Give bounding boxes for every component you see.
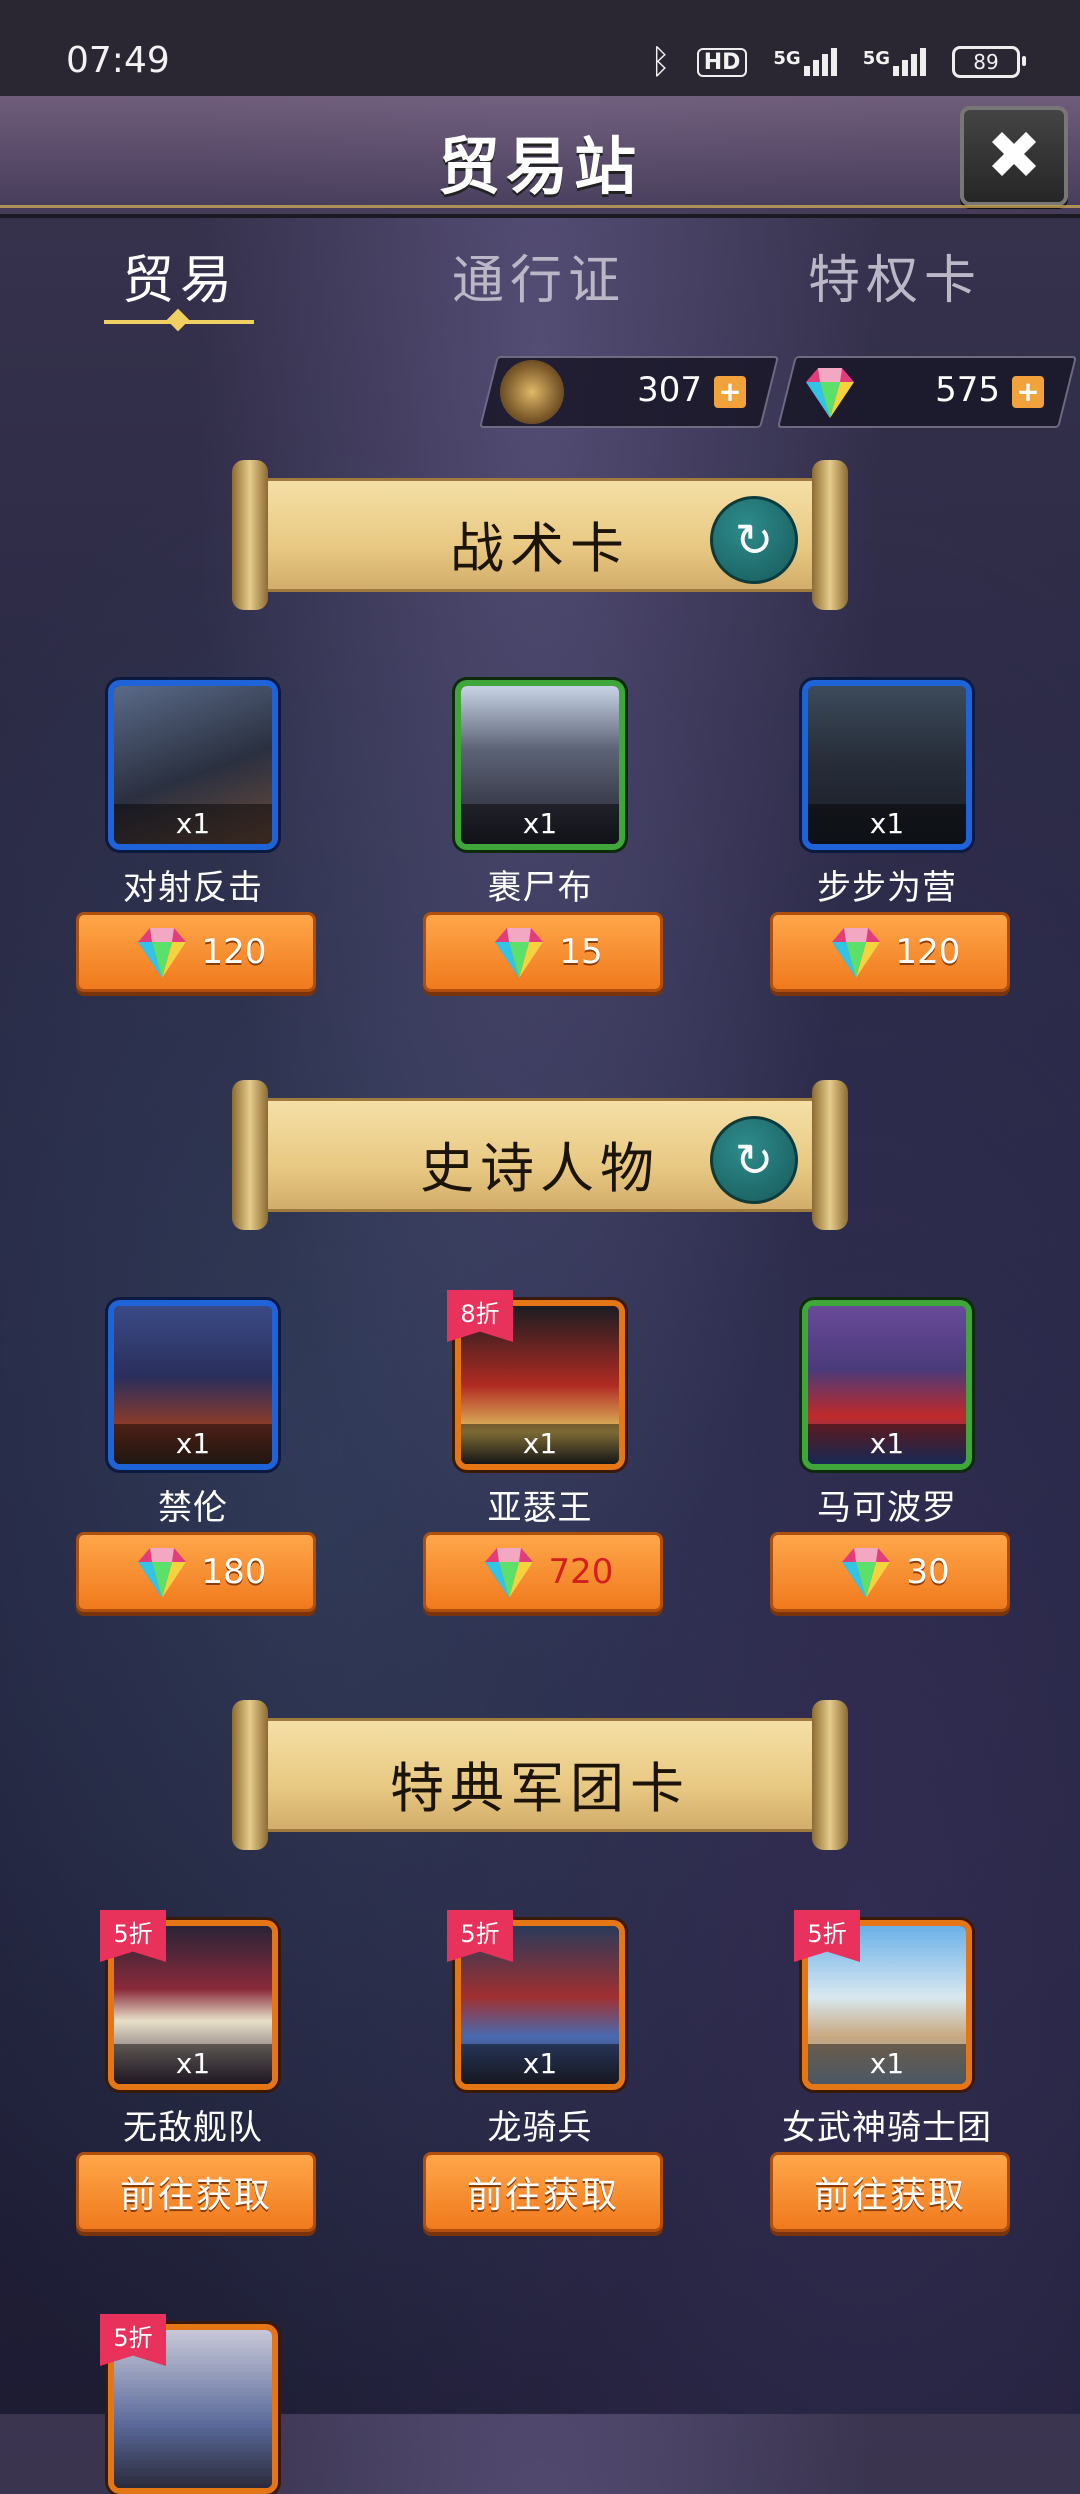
item-frame: x1 [108,680,278,850]
item-qty: x1 [114,1424,272,1464]
button-label: 前往获取 [813,2175,966,2216]
gem-icon [484,1548,533,1598]
tab-pass[interactable]: 通行证 [452,238,626,313]
section-banner-tactics: 战术卡 ↻ [232,460,848,610]
item-qty: x1 [114,2044,272,2084]
currency-value: 307 [637,370,702,410]
currency-value: 575 [935,370,1000,410]
item-frame: x1 [802,680,972,850]
item-price: 120 [201,932,267,972]
tab-trade[interactable]: 贸易 [122,238,238,313]
gem-icon [495,928,544,978]
currency-medal: 307 + [479,356,779,428]
item-name: 无敌舰队 [123,2108,263,2148]
item-qty: x1 [808,804,966,844]
buy-button[interactable]: 720 [423,1532,663,1612]
header-divider [0,205,1080,208]
go-obtain-button[interactable]: 前往获取 [76,2152,316,2232]
item-name: 禁伦 [158,1488,228,1528]
close-button[interactable]: ✖ [960,106,1068,206]
item-name: 步步为营 [817,868,957,908]
section-banner-legion-cards: 特典军团卡 [232,1700,848,1850]
item-frame: x1 [802,1300,972,1470]
go-obtain-button[interactable]: 前往获取 [770,2152,1010,2232]
tab-bar: 贸易 通行证 特权卡 [0,238,1080,328]
buy-button[interactable]: 15 [423,912,663,992]
gem-icon [798,360,862,424]
button-label: 前往获取 [466,2175,619,2216]
refresh-icon: ↻ [734,1133,774,1187]
item-frame: x1 [455,680,625,850]
buy-button[interactable]: 180 [76,1532,316,1612]
status-time: 07:49 [66,40,170,81]
battery-icon: 89 [952,46,1026,78]
item-qty: x1 [461,1424,619,1464]
refresh-icon: ↻ [734,513,774,567]
item-price: 180 [201,1552,267,1592]
gem-icon [831,928,880,978]
item-price: 15 [559,932,603,972]
status-icons: ᛒ HD 5G 5G 89 [650,42,1026,82]
gem-icon [137,928,186,978]
item-name: 龙骑兵 [487,2108,593,2148]
item-qty: x1 [808,1424,966,1464]
signal-icon-2: 5G [863,48,926,76]
go-obtain-button[interactable]: 前往获取 [423,2152,663,2232]
buy-button[interactable]: 120 [76,912,316,992]
section-title: 特典军团卡 [390,1757,690,1820]
buy-button[interactable]: 120 [770,912,1010,992]
hd-icon: HD [696,47,748,77]
item-name: 亚瑟王 [487,1488,593,1528]
close-icon: ✖ [986,117,1042,194]
gem-icon [137,1548,186,1598]
currency-gem: 575 + [777,356,1077,428]
item-qty: x1 [808,2044,966,2084]
item-price: 720 [548,1552,614,1592]
medal-icon [500,360,564,424]
item-frame: x1 [108,1300,278,1470]
add-medal-button[interactable]: + [714,375,746,408]
bluetooth-icon: ᛒ [650,42,671,82]
item-name: 马可波罗 [817,1488,957,1528]
button-label: 前往获取 [119,2175,272,2216]
item-price: 120 [895,932,961,972]
item-name: 女武神骑士团 [782,2108,992,2148]
refresh-button[interactable]: ↻ [710,1116,798,1204]
status-bar: 07:49 ᛒ HD 5G 5G 89 [0,0,1080,96]
item-qty: x1 [461,2044,619,2084]
refresh-button[interactable]: ↻ [710,496,798,584]
item-name: 裹尸布 [487,868,593,908]
item-name: 对射反击 [123,868,263,908]
tab-privilege[interactable]: 特权卡 [808,238,982,313]
section-banner-epic-heroes: 史诗人物 ↻ [232,1080,848,1230]
page-title: 贸易站 [437,130,642,203]
add-gem-button[interactable]: + [1012,375,1044,408]
header-bar: 贸易站 ✖ [0,96,1080,218]
buy-button[interactable]: 30 [770,1532,1010,1612]
item-qty: x1 [461,804,619,844]
item-price: 30 [906,1552,950,1592]
item-qty: x1 [114,804,272,844]
gem-icon [842,1548,891,1598]
signal-icon: 5G [773,48,837,76]
